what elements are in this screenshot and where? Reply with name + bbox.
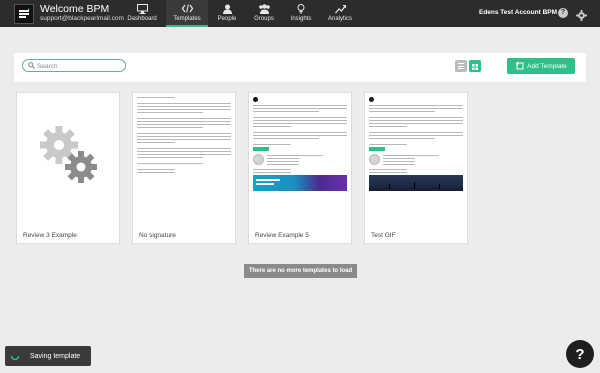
nav-people[interactable]: People <box>208 0 246 27</box>
app-title: Welcome BPM <box>40 3 110 15</box>
trend-chart-icon <box>334 3 346 14</box>
nav-label: Templates <box>173 16 201 22</box>
search-icon <box>28 62 35 69</box>
account-name[interactable]: Edens Test Account BPM <box>479 9 557 16</box>
template-preview[interactable] <box>249 93 351 228</box>
search-box <box>22 59 126 72</box>
help-icon[interactable]: ? <box>558 8 568 18</box>
template-card[interactable]: Review 3 Example <box>16 92 120 244</box>
templates-toolbar: Add Template <box>14 53 586 82</box>
saving-toast: Saving template <box>5 346 91 366</box>
grid-view-button[interactable] <box>469 60 481 72</box>
email-preview-content <box>137 97 231 175</box>
template-preview[interactable] <box>17 93 119 228</box>
person-icon <box>222 3 232 14</box>
nav-label: Groups <box>254 16 274 22</box>
gears-placeholder-icon <box>40 126 97 183</box>
black-pearl-logo-icon[interactable] <box>14 4 34 24</box>
template-card[interactable]: No signature <box>132 92 236 244</box>
nav-dashboard[interactable]: Dashboard <box>118 0 166 27</box>
template-name: Review Example 5 <box>255 232 309 239</box>
search-input[interactable] <box>37 61 121 71</box>
template-card[interactable]: Review Example 5 <box>248 92 352 244</box>
saving-toast-label: Saving template <box>30 352 81 360</box>
template-preview[interactable] <box>133 93 235 228</box>
nav-label: Dashboard <box>127 16 157 22</box>
template-name: No signature <box>139 232 176 239</box>
monitor-icon <box>136 3 148 14</box>
nav-templates[interactable]: Templates <box>166 0 208 27</box>
code-icon <box>181 3 193 14</box>
list-view-button[interactable] <box>455 60 467 72</box>
gear-icon[interactable] <box>576 8 587 21</box>
account-email: support@blackpearlmail.com <box>40 15 124 22</box>
nav-groups[interactable]: Groups <box>246 0 282 27</box>
group-icon <box>258 3 271 14</box>
template-name: Review 3 Example <box>23 232 77 239</box>
template-card[interactable]: Test GIF <box>364 92 468 244</box>
nav-analytics[interactable]: Analytics <box>320 0 360 27</box>
add-template-icon <box>516 62 524 70</box>
add-template-button[interactable]: Add Template <box>507 58 575 74</box>
grid-icon <box>472 64 478 70</box>
email-preview-content <box>253 97 347 191</box>
help-chat-button[interactable]: ? <box>566 340 594 368</box>
nav-label: Analytics <box>327 16 352 22</box>
add-template-label: Add Template <box>527 62 567 70</box>
nav-insights[interactable]: Insights <box>282 0 320 27</box>
spinner-icon <box>10 355 20 361</box>
nav-label: Insights <box>290 16 312 22</box>
nav-label: People <box>217 16 237 22</box>
template-preview[interactable] <box>365 93 467 228</box>
template-name: Test GIF <box>371 232 396 239</box>
main-nav: Dashboard Templates People Groups Insigh… <box>118 0 360 27</box>
top-bar: Welcome BPM support@blackpearlmail.com D… <box>0 0 600 27</box>
email-preview-content <box>369 97 463 191</box>
no-more-templates-message: There are no more templates to load <box>244 264 357 278</box>
lightbulb-icon <box>297 3 305 14</box>
